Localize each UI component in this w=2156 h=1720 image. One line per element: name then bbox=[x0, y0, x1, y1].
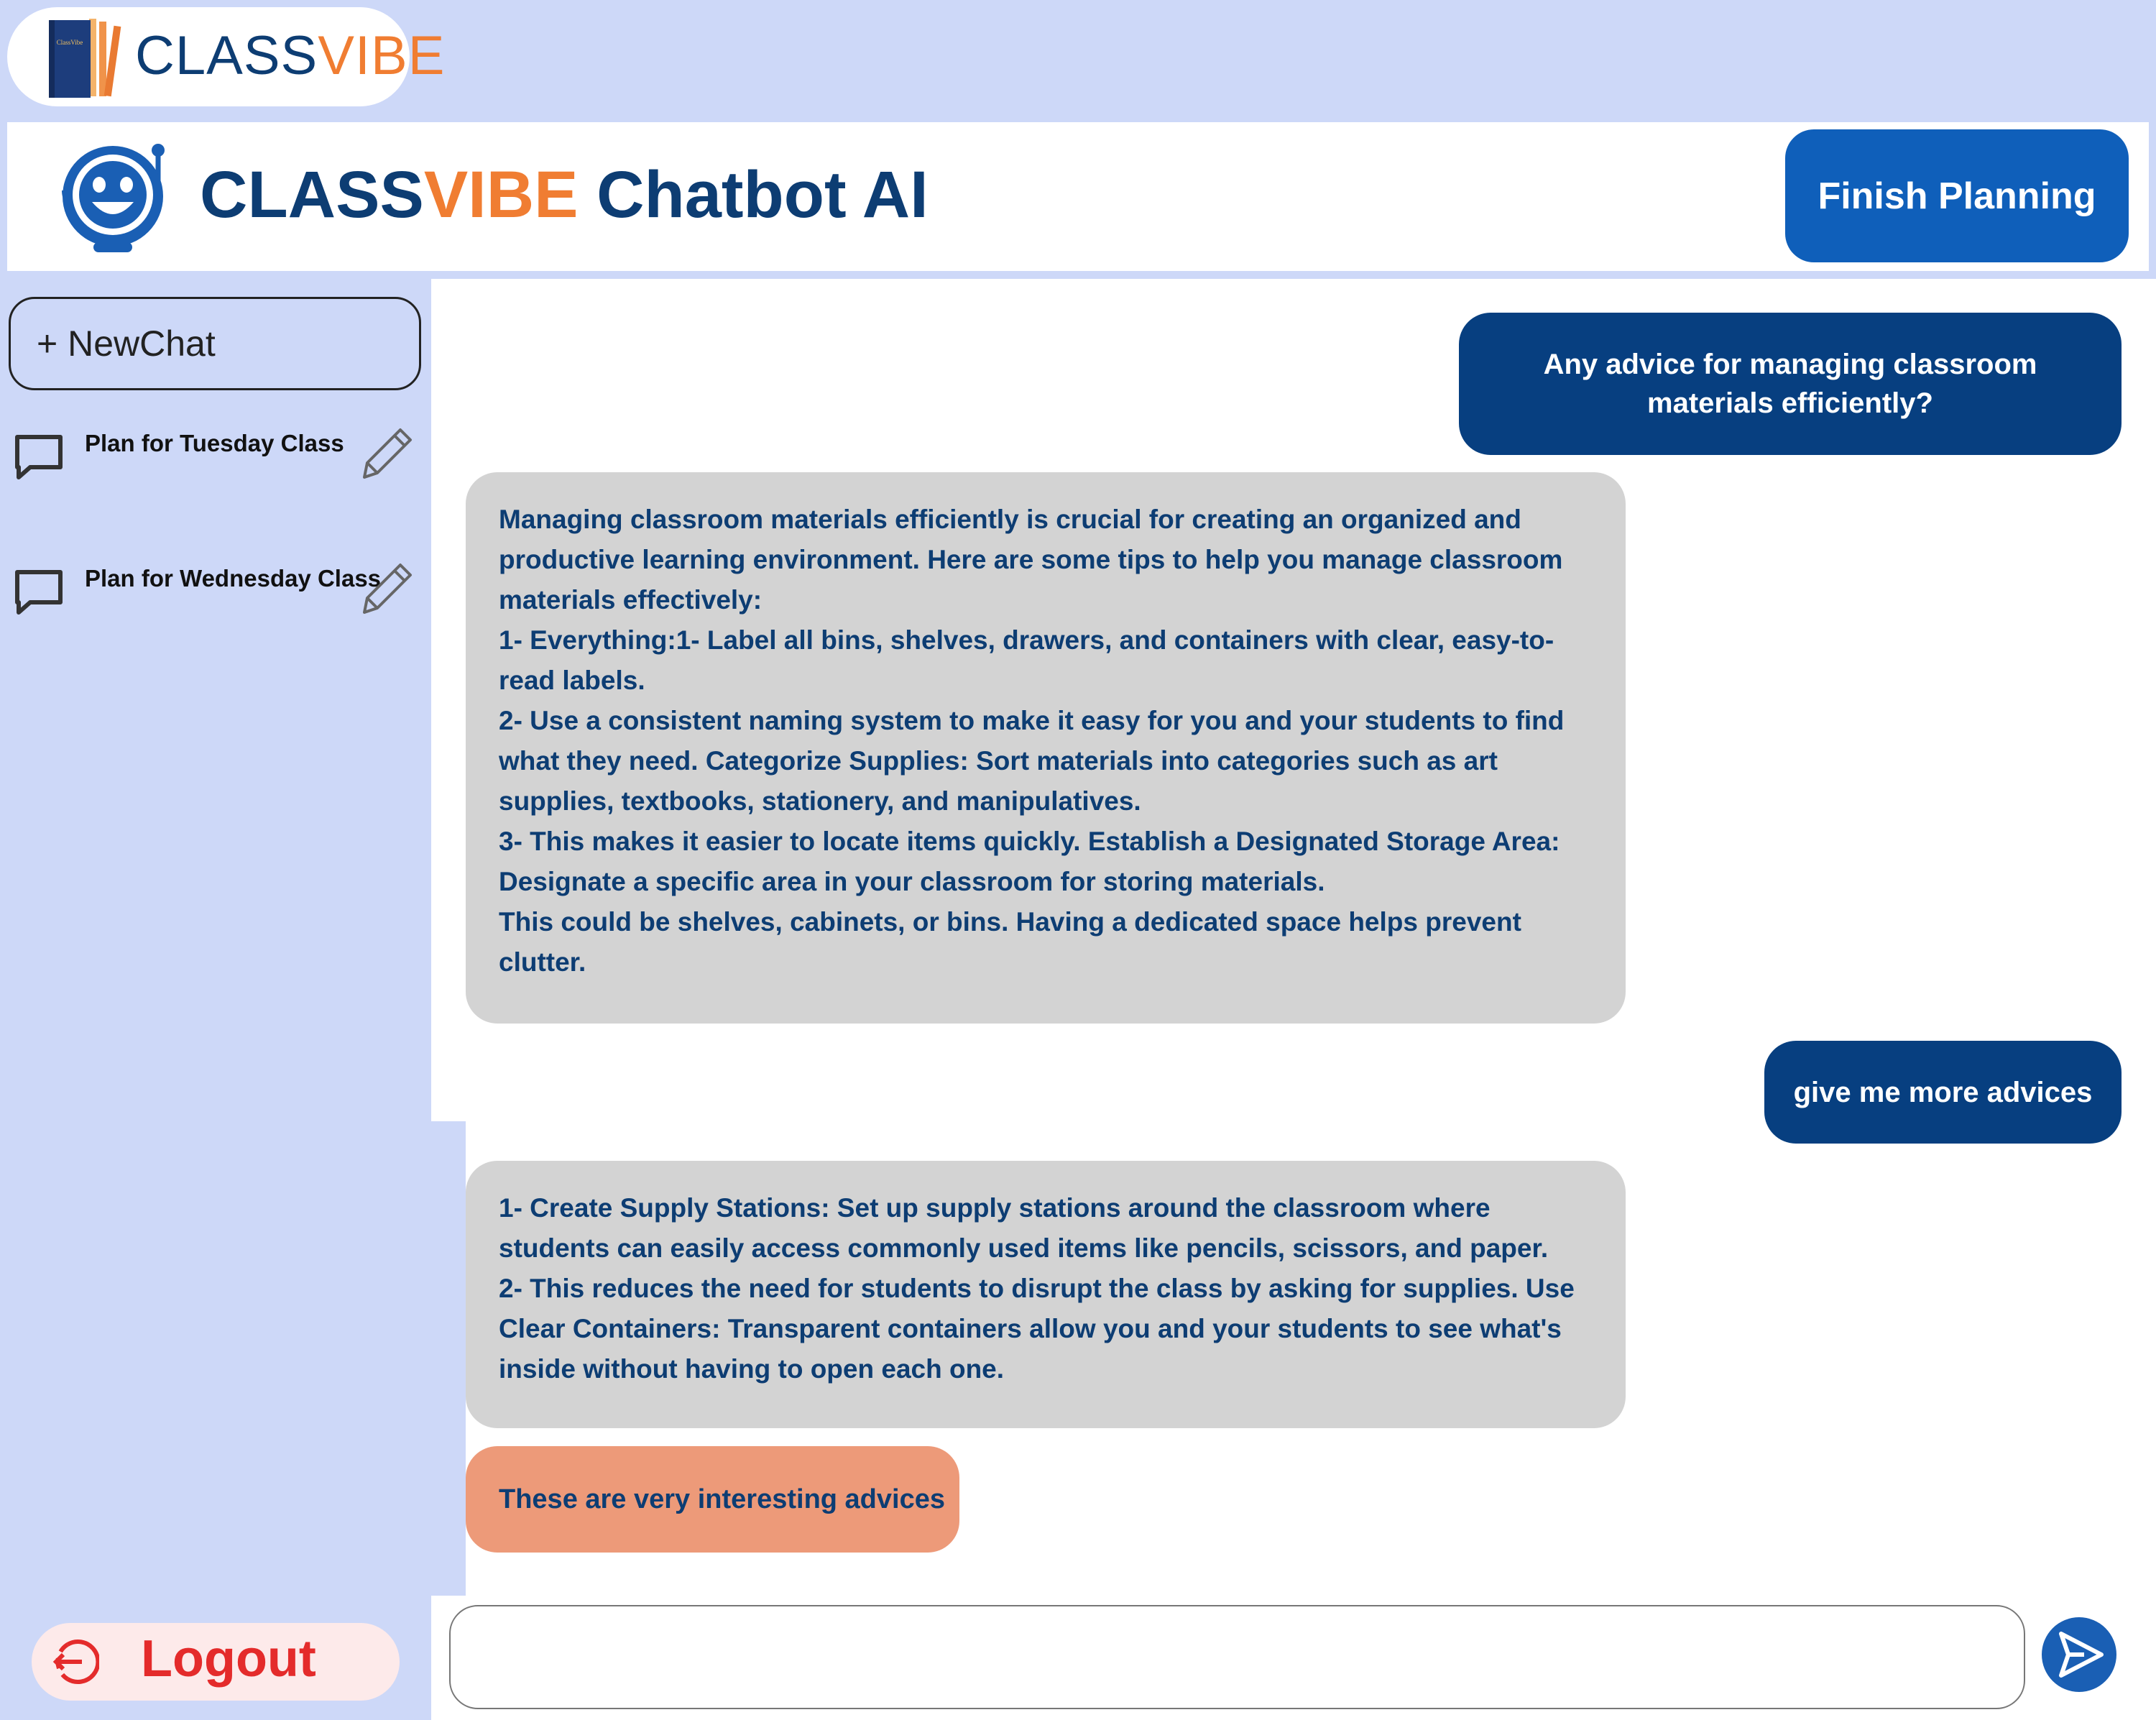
new-chat-button[interactable]: + NewChat bbox=[9, 297, 421, 390]
suggestion-chip[interactable]: These are very interesting advices bbox=[466, 1446, 959, 1553]
chat-history-item[interactable]: Plan for Tuesday Class bbox=[0, 421, 431, 500]
bot-message: 1- Create Supply Stations: Set up supply… bbox=[466, 1161, 1626, 1428]
brand-logo: ClassVibe CLASSVIBE bbox=[7, 7, 444, 106]
page-title-rest: Chatbot AI bbox=[578, 158, 929, 231]
pencil-icon[interactable] bbox=[356, 421, 418, 482]
user-message: give me more advices bbox=[1764, 1041, 2122, 1144]
brand-wordmark: CLASSVIBE bbox=[135, 29, 445, 83]
logout-button[interactable]: Logout bbox=[32, 1623, 400, 1701]
chat-history-label: Plan for Wednesday Class bbox=[85, 565, 382, 592]
robot-icon bbox=[62, 144, 165, 252]
chat-bubble-icon bbox=[15, 570, 63, 615]
message-input[interactable] bbox=[449, 1605, 2025, 1709]
pencil-icon[interactable] bbox=[356, 556, 418, 617]
brand-wordmark-vibe: VIBE bbox=[318, 25, 446, 86]
page-title: CLASSVIBE Chatbot AI bbox=[200, 162, 929, 228]
user-message: Any advice for managing classroom materi… bbox=[1459, 313, 2122, 455]
logout-label: Logout bbox=[141, 1630, 316, 1688]
bot-message: Managing classroom materials efficiently… bbox=[466, 472, 1626, 1024]
chat-bubble-icon bbox=[15, 435, 63, 479]
classvibe-book-logo-icon: ClassVibe bbox=[49, 19, 121, 98]
app-header: CLASSVIBE Chatbot AI Finish Planning bbox=[7, 122, 2149, 271]
chat-history-item[interactable]: Plan for Wednesday Class bbox=[0, 556, 431, 635]
page-title-class: CLASS bbox=[200, 158, 424, 231]
logout-icon bbox=[52, 1639, 99, 1684]
chat-history-label: Plan for Tuesday Class bbox=[85, 430, 344, 456]
send-icon[interactable] bbox=[2041, 1612, 2118, 1697]
page-title-vibe: VIBE bbox=[423, 158, 579, 231]
book-text: ClassVibe bbox=[57, 39, 83, 46]
brand-wordmark-class: CLASS bbox=[135, 25, 318, 86]
finish-planning-button[interactable]: Finish Planning bbox=[1785, 129, 2129, 262]
